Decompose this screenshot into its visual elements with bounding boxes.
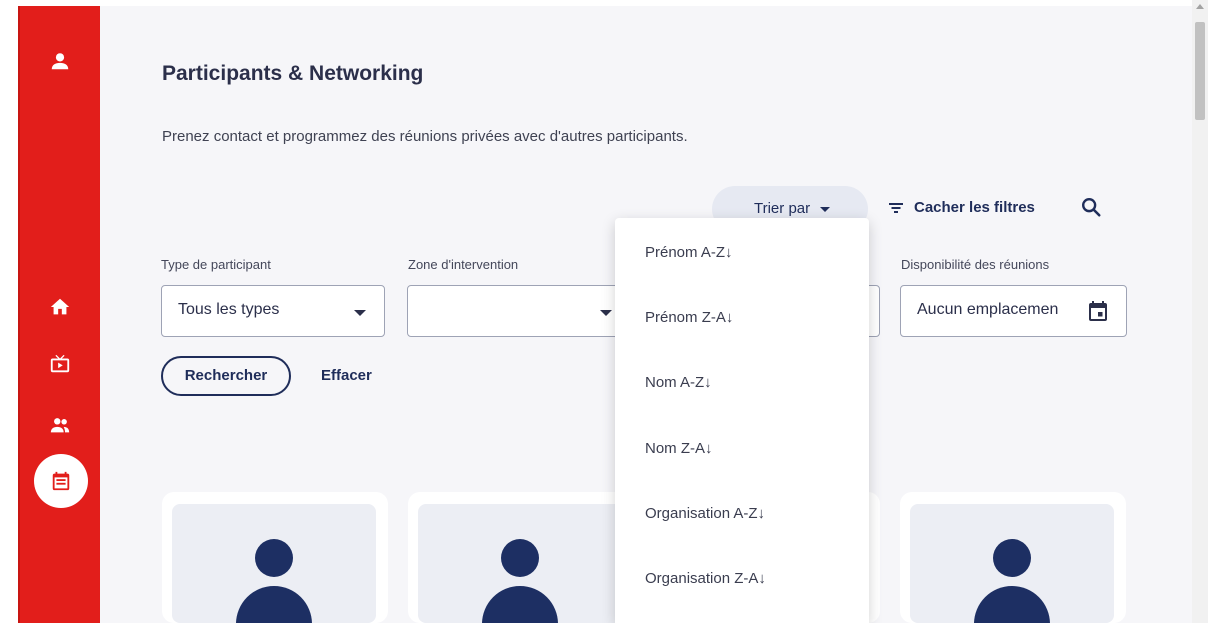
chevron-down-icon: [600, 310, 612, 316]
availability-field[interactable]: Aucun emplacemen: [900, 285, 1127, 337]
avatar-body: [974, 586, 1050, 623]
availability-value: Aucun emplacemen: [917, 301, 1059, 318]
sort-option-lastname-asc[interactable]: Nom A-Z↓: [645, 374, 712, 391]
chevron-down-icon: [820, 206, 831, 212]
sort-option-firstname-asc[interactable]: Prénom A-Z↓: [645, 244, 733, 261]
agenda-icon[interactable]: [34, 454, 88, 508]
avatar-head: [255, 539, 293, 577]
sort-button-label: Trier par: [754, 200, 811, 217]
clear-button[interactable]: Effacer: [321, 367, 372, 384]
calendar-icon[interactable]: [1086, 299, 1110, 328]
page-subtitle: Prenez contact et programmez des réunion…: [162, 128, 688, 145]
page-title: Participants & Networking: [162, 62, 424, 85]
chevron-down-icon: [354, 310, 366, 316]
sort-option-firstname-desc[interactable]: Prénom Z-A↓: [645, 309, 733, 326]
avatar-body: [236, 586, 312, 623]
participant-card[interactable]: [162, 492, 388, 623]
zone-select[interactable]: [407, 285, 631, 337]
avatar-body: [482, 586, 558, 623]
participant-type-label: Type de participant: [161, 257, 271, 272]
scrollbar[interactable]: [1192, 0, 1208, 623]
live-tv-icon[interactable]: [20, 352, 100, 376]
sidebar: [18, 6, 100, 623]
sort-option-lastname-desc[interactable]: Nom Z-A↓: [645, 440, 713, 457]
avatar-head: [993, 539, 1031, 577]
sort-dropdown-menu: Prénom A-Z↓ Prénom Z-A↓ Nom A-Z↓ Nom Z-A…: [615, 218, 869, 623]
participant-type-select[interactable]: Tous les types: [161, 285, 385, 337]
hide-filters-label: Cacher les filtres: [914, 199, 1035, 216]
scroll-thumb[interactable]: [1195, 22, 1205, 120]
avatar: [910, 504, 1114, 623]
participant-card[interactable]: [900, 492, 1126, 623]
avatar: [172, 504, 376, 623]
availability-label: Disponibilité des réunions: [901, 257, 1050, 272]
home-icon[interactable]: [20, 296, 100, 318]
avatar-head: [501, 539, 539, 577]
hide-filters-button[interactable]: Cacher les filtres: [888, 199, 1035, 216]
scroll-up-arrow-icon[interactable]: [1196, 4, 1204, 9]
filter-icon: [889, 202, 903, 213]
sort-option-organisation-desc[interactable]: Organisation Z-A↓: [645, 570, 766, 587]
people-icon[interactable]: [20, 414, 100, 436]
search-button[interactable]: Rechercher: [161, 356, 291, 396]
avatar: [418, 504, 622, 623]
profile-icon[interactable]: [20, 50, 100, 72]
participant-type-value: Tous les types: [178, 301, 280, 318]
search-icon[interactable]: [1080, 196, 1102, 223]
zone-label: Zone d'intervention: [408, 257, 519, 272]
sort-option-organisation-asc[interactable]: Organisation A-Z↓: [645, 505, 765, 522]
participant-card[interactable]: [408, 492, 634, 623]
